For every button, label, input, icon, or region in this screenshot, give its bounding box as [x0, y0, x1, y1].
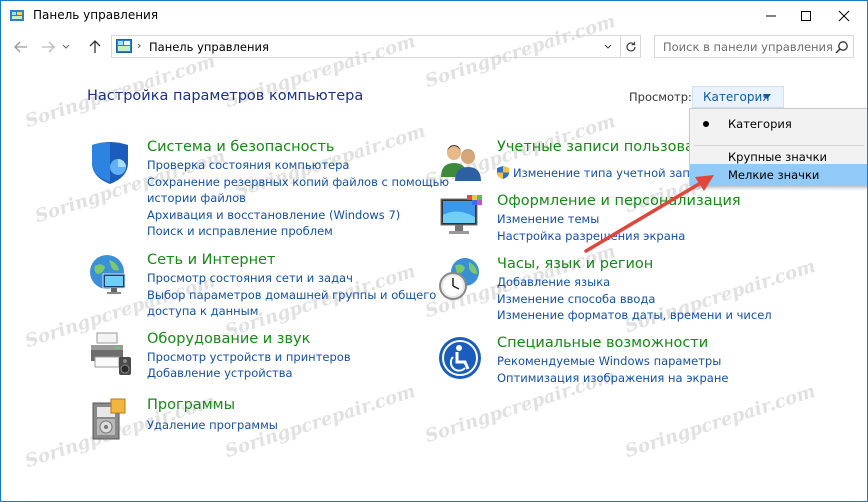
maximize-button[interactable]	[786, 1, 826, 31]
watermark: Soringpcrepair.com	[622, 380, 819, 463]
link-add-device[interactable]: Добавление устройства	[147, 366, 293, 380]
menu-item-label: Крупные значки	[728, 150, 828, 164]
close-button[interactable]	[821, 1, 867, 31]
minimize-button[interactable]	[751, 1, 791, 31]
radio-dot-icon	[703, 121, 709, 127]
up-button[interactable]	[85, 38, 105, 56]
clock-globe-icon	[439, 258, 479, 300]
control-panel-icon	[10, 10, 24, 21]
chevron-down-icon	[604, 44, 612, 49]
category-title[interactable]: Оборудование и звук	[147, 331, 310, 347]
search-input[interactable]: Поиск в панели управления	[663, 40, 833, 54]
programs-icon	[92, 398, 126, 440]
link-date-time-formats[interactable]: Изменение форматов даты, времени и чисел	[497, 308, 772, 322]
link-uninstall-program[interactable]: Удаление программы	[147, 418, 278, 432]
menu-item-small-icons[interactable]: Мелкие значки	[690, 164, 867, 186]
recent-locations-button[interactable]	[59, 38, 73, 56]
search-box[interactable]: Поиск в панели управления	[654, 35, 854, 58]
link-file-history-cont[interactable]: истории файлов	[147, 191, 246, 205]
close-icon	[838, 10, 850, 22]
link-recommended-settings[interactable]: Рекомендуемые Windows параметры	[497, 354, 721, 368]
address-history-button[interactable]	[600, 39, 616, 55]
link-add-language[interactable]: Добавление языка	[497, 275, 610, 289]
arrow-right-icon	[42, 41, 55, 53]
maximize-icon	[801, 11, 811, 21]
accessibility-icon	[439, 337, 481, 379]
view-by-dropdown[interactable]: Категория	[692, 86, 784, 108]
link-optimize-display[interactable]: Оптимизация изображения на экране	[497, 371, 728, 385]
uac-shield-icon	[497, 166, 509, 179]
arrow-up-icon	[89, 40, 101, 53]
users-icon	[441, 145, 481, 181]
refresh-icon	[626, 41, 636, 52]
breadcrumb-separator: ›	[137, 39, 142, 52]
link-change-theme[interactable]: Изменение темы	[497, 212, 599, 226]
back-button[interactable]	[11, 38, 31, 56]
shield-icon	[92, 142, 128, 184]
link-homegroup[interactable]: Выбор параметров домашней группы и общег…	[147, 288, 436, 302]
breadcrumb-control-panel[interactable]: Панель управления	[149, 40, 269, 54]
link-input-method[interactable]: Изменение способа ввода	[497, 292, 655, 306]
link-check-status[interactable]: Проверка состояния компьютера	[147, 158, 349, 172]
category-title[interactable]: Специальные возможности	[497, 335, 708, 351]
view-label: Просмотр:	[629, 90, 692, 104]
arrow-left-icon	[14, 41, 27, 53]
control-panel-icon	[116, 39, 132, 53]
view-by-value: Категория	[703, 90, 770, 104]
chevron-down-icon	[763, 94, 771, 99]
chevron-down-icon	[62, 44, 70, 49]
menu-item-label: Мелкие значки	[728, 168, 820, 182]
link-network-status[interactable]: Просмотр состояния сети и задач	[147, 271, 353, 285]
page-title: Настройка параметров компьютера	[87, 88, 364, 104]
minimize-icon	[766, 15, 776, 17]
menu-item-label: Категория	[728, 117, 792, 131]
link-backup-restore[interactable]: Архивация и восстановление (Windows 7)	[147, 208, 400, 222]
address-bar[interactable]: › Панель управления	[111, 35, 641, 58]
category-title[interactable]: Учетные записи пользовате	[497, 139, 711, 155]
printer-icon	[91, 332, 131, 375]
control-panel-window: Панель управления › Панель управления По…	[0, 0, 868, 502]
category-title[interactable]: Программы	[147, 397, 235, 413]
link-file-history[interactable]: Сохранение резервных копий файлов с помо…	[147, 175, 449, 189]
category-title[interactable]: Сеть и Интернет	[147, 252, 275, 268]
link-troubleshoot[interactable]: Поиск и исправление проблем	[147, 224, 333, 238]
link-homegroup-cont[interactable]: доступа к данным	[147, 304, 258, 318]
title-bar[interactable]: Панель управления	[1, 1, 867, 31]
view-by-menu: Категория Крупные значки Мелкие значки	[689, 108, 867, 186]
network-globe-icon	[90, 255, 126, 294]
category-title[interactable]: Система и безопасность	[147, 139, 334, 155]
menu-item-category[interactable]: Категория	[690, 113, 867, 135]
forward-button[interactable]	[38, 38, 58, 56]
menu-item-large-icons[interactable]: Крупные значки	[690, 142, 867, 164]
link-change-account-type[interactable]: Изменение типа учетной записи	[513, 166, 711, 180]
link-screen-resolution[interactable]: Настройка разрешения экрана	[497, 229, 685, 243]
category-title[interactable]: Оформление и персонализация	[497, 193, 741, 209]
link-devices-printers[interactable]: Просмотр устройств и принтеров	[147, 350, 351, 364]
monitor-color-icon	[440, 195, 482, 234]
refresh-button[interactable]	[620, 36, 641, 57]
window-title: Панель управления	[33, 8, 159, 22]
search-icon	[835, 41, 848, 54]
navigation-bar: › Панель управления Поиск в панели управ…	[1, 33, 867, 61]
category-title[interactable]: Часы, язык и регион	[497, 256, 653, 272]
